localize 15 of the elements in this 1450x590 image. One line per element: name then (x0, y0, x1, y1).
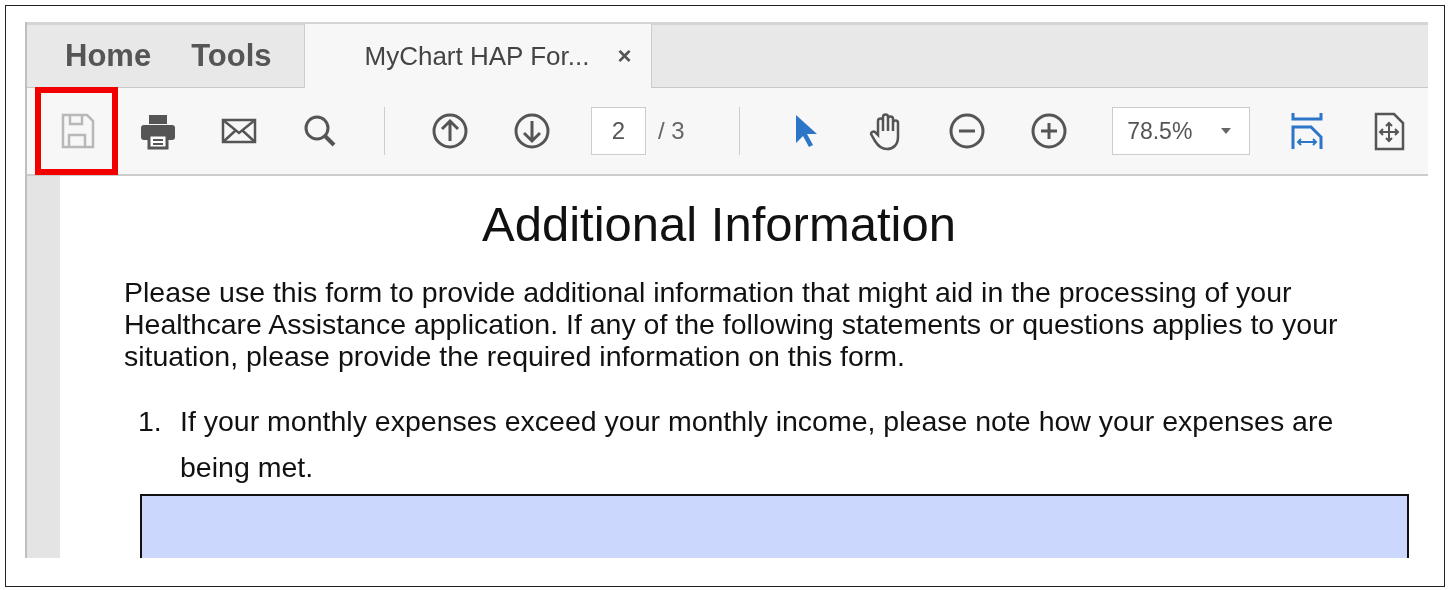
tab[interactable]: MyChart HAP For... × (303, 24, 653, 88)
caret-icon (1220, 128, 1231, 134)
tab-label: Tools (191, 37, 272, 74)
tab[interactable]: Home (45, 24, 172, 87)
page-number-field[interactable]: 2 (591, 107, 646, 155)
intro-paragraph: Please use this form to provide additional information that might aid in the processing of your Healthcare Assistance application. If any of the following statements or questions applies to your situation, please provide the required information on this form. (124, 276, 1339, 372)
tab-label: Home (65, 37, 152, 74)
tab-label: MyChart HAP For... (364, 40, 590, 72)
document-title: Additional Information (481, 196, 957, 252)
question-number: 1. (138, 404, 163, 439)
zoom-dropdown[interactable]: 78.5% (1112, 107, 1250, 155)
question-text: If your monthly expenses exceed your monthly income, please note how your expenses are being met. (180, 404, 1335, 485)
page-count: / 3 (657, 117, 685, 145)
tab[interactable]: Tools (171, 24, 292, 87)
close-tab-button[interactable]: × (617, 42, 632, 70)
